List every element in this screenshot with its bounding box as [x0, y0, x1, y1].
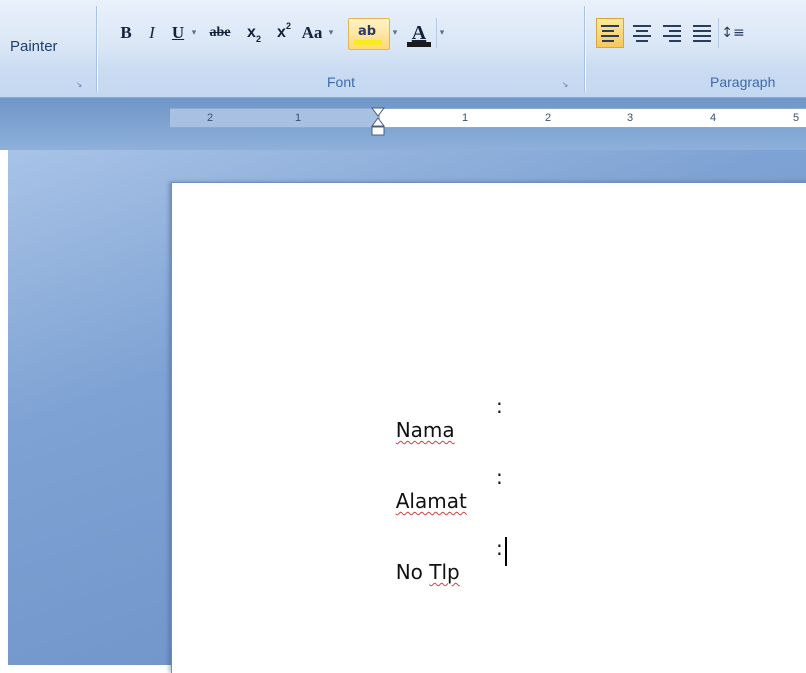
subscript-mark: 2 — [255, 34, 261, 44]
group-separator — [584, 6, 585, 92]
doc-line-alamat[interactable]: Alamat — [383, 465, 467, 513]
clipboard-launcher-icon[interactable]: ↘ — [74, 80, 84, 89]
ruler-tick: 4 — [709, 112, 717, 124]
alamat-colon: : — [496, 465, 503, 489]
italic-button[interactable]: I — [140, 18, 164, 48]
superscript-button[interactable]: x2 — [270, 18, 298, 48]
subscript-button[interactable]: x2 — [240, 18, 268, 48]
no-tlp-colon: : — [496, 536, 503, 560]
doc-line-no-tlp[interactable]: No Tlp — [383, 536, 460, 584]
paragraph-group-label: Paragraph — [710, 74, 776, 90]
ruler-tick: 2 — [544, 112, 552, 124]
font-dialog-launcher-icon[interactable]: ↘ — [560, 80, 570, 89]
no-tlp-label-part2: Tlp — [429, 560, 460, 584]
ribbon: Painter ↘ B I U ▾ abe x2 x2 Aa ▾ ab ▾ A … — [0, 0, 806, 98]
paragraph-group: ↕≡ Paragraph — [588, 0, 806, 95]
change-case-dropdown-icon[interactable]: ▾ — [326, 18, 336, 48]
font-group-label: Font — [326, 74, 355, 90]
doc-line-nama[interactable]: Nama — [383, 394, 455, 442]
bold-button[interactable]: B — [114, 18, 138, 48]
window-left-edge — [0, 98, 8, 665]
font-color-bar — [407, 42, 431, 47]
indent-marker-icon[interactable] — [370, 106, 386, 146]
nama-label: Nama — [395, 418, 455, 442]
superscript-label: x — [277, 24, 286, 41]
text-cursor — [505, 537, 507, 566]
font-group: B I U ▾ abe x2 x2 Aa ▾ ab ▾ A ▾ Font ↘ — [100, 0, 582, 95]
change-case-button[interactable]: Aa — [296, 18, 328, 48]
ruler-left-margin — [170, 109, 380, 127]
group-separator — [96, 6, 97, 92]
ruler-tick: 3 — [626, 112, 634, 124]
font-color-dropdown-icon[interactable]: ▾ — [436, 18, 447, 48]
document-page[interactable] — [171, 182, 806, 673]
underline-button[interactable]: U — [166, 18, 190, 48]
ruler-tick: 2 — [206, 112, 214, 124]
no-tlp-label-part1: No — [395, 560, 423, 584]
ruler-tick: 1 — [294, 112, 302, 124]
subscript-label: x — [247, 24, 256, 41]
alamat-label: Alamat — [395, 489, 467, 513]
align-left-icon[interactable] — [596, 18, 624, 48]
align-center-icon[interactable] — [628, 18, 656, 48]
nama-colon: : — [496, 394, 503, 418]
clipboard-group: Painter ↘ — [0, 0, 96, 95]
underline-dropdown-icon[interactable]: ▾ — [189, 18, 199, 48]
strikethrough-button[interactable]: abe — [203, 18, 237, 48]
horizontal-ruler[interactable]: 2 1 1 2 3 4 5 — [170, 108, 806, 128]
superscript-mark: 2 — [285, 21, 291, 31]
format-painter-label[interactable]: Painter — [10, 38, 58, 55]
line-spacing-icon[interactable]: ↕≡ — [718, 18, 747, 48]
justify-icon[interactable] — [688, 18, 716, 48]
ruler-tick: 1 — [461, 112, 469, 124]
highlight-dropdown-icon[interactable]: ▾ — [390, 18, 400, 48]
highlight-color-bar — [354, 40, 382, 45]
ruler-tick: 5 — [792, 112, 800, 124]
align-right-icon[interactable] — [658, 18, 686, 48]
